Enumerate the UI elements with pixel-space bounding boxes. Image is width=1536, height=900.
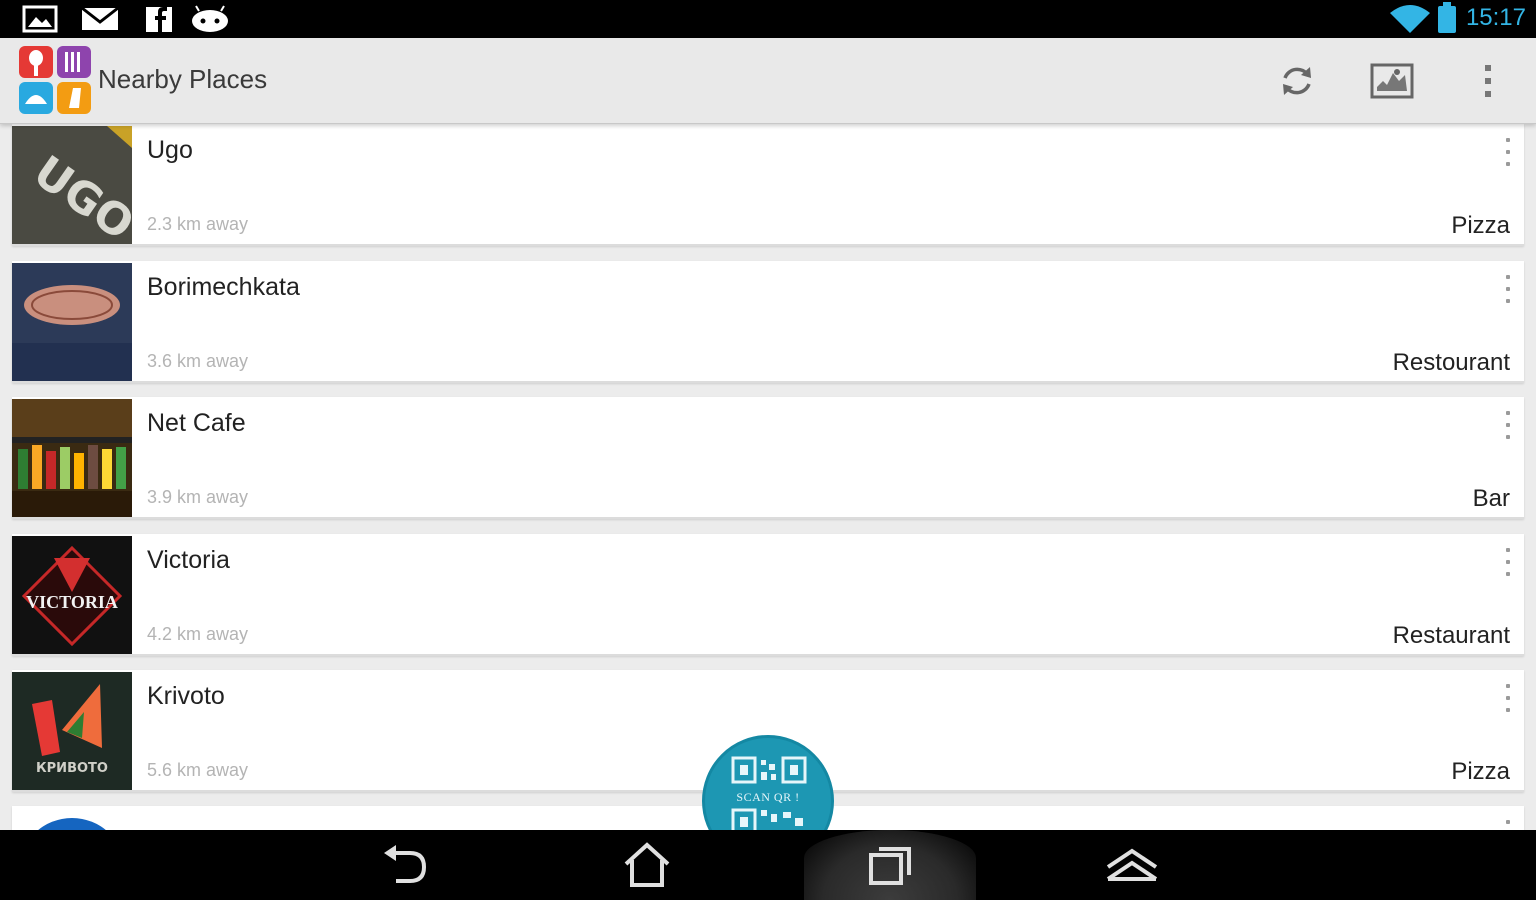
refresh-button[interactable] bbox=[1272, 56, 1322, 106]
map-button[interactable] bbox=[1367, 56, 1417, 106]
place-name: Victoria bbox=[147, 546, 230, 574]
overflow-menu-button[interactable] bbox=[1463, 56, 1513, 106]
home-button[interactable] bbox=[607, 838, 687, 892]
gallery-icon bbox=[22, 5, 58, 33]
recents-icon bbox=[869, 847, 911, 885]
place-thumbnail bbox=[12, 263, 132, 381]
place-thumbnail bbox=[12, 808, 132, 830]
item-overflow-button[interactable] bbox=[1500, 544, 1516, 580]
home-icon bbox=[624, 842, 670, 887]
place-name: Borimechkata bbox=[147, 273, 300, 301]
place-category: Pizza bbox=[1451, 212, 1510, 239]
place-thumbnail: UGO bbox=[12, 126, 132, 244]
item-overflow-button[interactable] bbox=[1500, 271, 1516, 307]
item-overflow-button[interactable] bbox=[1500, 816, 1516, 830]
action-bar: Nearby Places bbox=[0, 38, 1536, 124]
menu-up-button[interactable] bbox=[1092, 838, 1172, 892]
place-thumbnail bbox=[12, 399, 132, 517]
item-overflow-button[interactable] bbox=[1500, 680, 1516, 716]
place-category: Restourant bbox=[1392, 349, 1510, 376]
refresh-icon bbox=[1283, 67, 1311, 95]
qr-code-icon bbox=[731, 756, 807, 784]
place-thumbnail: VICTORIA bbox=[12, 536, 132, 654]
place-category: Restaurant bbox=[1392, 622, 1510, 649]
place-category: Bar bbox=[1472, 485, 1510, 512]
status-bar: 15:17 bbox=[0, 0, 1536, 38]
menu-up-icon bbox=[1106, 848, 1158, 881]
place-distance: 4.2 km away bbox=[147, 624, 249, 644]
page-title: Nearby Places bbox=[98, 64, 268, 94]
scan-qr-label: SCAN QR ! bbox=[736, 790, 800, 804]
list-item[interactable]: Borimechkata 3.6 km away Restourant bbox=[12, 261, 1524, 383]
place-name: Net Cafe bbox=[147, 409, 246, 437]
app-logo-icon[interactable] bbox=[19, 46, 91, 114]
place-distance: 5.6 km away bbox=[147, 760, 249, 780]
clock: 15:17 bbox=[1465, 4, 1526, 31]
item-overflow-button[interactable] bbox=[1500, 134, 1516, 170]
back-button[interactable] bbox=[365, 838, 445, 892]
facebook-icon bbox=[146, 7, 172, 32]
place-distance: 2.3 km away bbox=[147, 214, 249, 234]
back-icon bbox=[384, 845, 427, 883]
place-name: Krivoto bbox=[147, 682, 225, 710]
list-item[interactable]: UGO Ugo 2.3 km away Pizza bbox=[12, 124, 1524, 246]
battery-icon bbox=[1438, 2, 1456, 33]
overflow-menu-icon bbox=[1485, 65, 1491, 97]
place-thumbnail: КРИВОТО bbox=[12, 672, 132, 790]
place-distance: 3.9 km away bbox=[147, 487, 249, 507]
place-distance: 3.6 km away bbox=[147, 351, 249, 371]
recents-button[interactable] bbox=[850, 838, 930, 892]
place-name: Ugo bbox=[147, 136, 193, 164]
places-list: UGO Ugo 2.3 km away Pizza Borimechkata 3… bbox=[0, 124, 1536, 830]
list-item[interactable]: Net Cafe 3.9 km away Bar bbox=[12, 397, 1524, 519]
victoria-logo-text: VICTORIA bbox=[26, 592, 118, 612]
krivoto-logo-text: КРИВОТО bbox=[36, 761, 108, 776]
wifi-icon bbox=[1390, 5, 1430, 33]
place-category: Pizza bbox=[1451, 758, 1510, 785]
android-icon bbox=[192, 5, 228, 32]
gmail-icon bbox=[81, 6, 119, 30]
navigation-bar bbox=[0, 830, 1536, 900]
item-overflow-button[interactable] bbox=[1500, 407, 1516, 443]
list-item[interactable]: VICTORIA Victoria 4.2 km away Restaurant bbox=[12, 534, 1524, 656]
map-icon bbox=[1370, 63, 1414, 99]
